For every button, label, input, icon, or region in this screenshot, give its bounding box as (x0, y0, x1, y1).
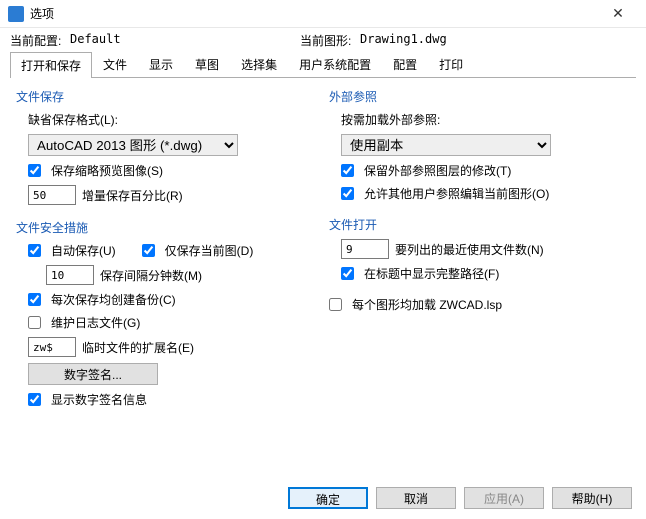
right-column: 外部参照 按需加载外部参照: 使用副本 保留外部参照图层的修改(T) 允许其他用… (329, 88, 630, 422)
tab-profiles[interactable]: 配置 (382, 51, 428, 77)
save-thumb-label: 保存缩略预览图像(S) (51, 162, 163, 179)
recent-files-input[interactable] (341, 239, 389, 259)
show-sig-label: 显示数字签名信息 (51, 391, 147, 408)
tab-user-prefs[interactable]: 用户系统配置 (288, 51, 382, 77)
incremental-save-input[interactable] (28, 185, 76, 205)
tab-drafting[interactable]: 草图 (184, 51, 230, 77)
only-current-checkbox[interactable] (142, 244, 155, 257)
app-icon (8, 6, 24, 22)
xref-title: 外部参照 (329, 88, 630, 105)
only-current-label: 仅保存当前图(D) (165, 242, 254, 259)
tab-files[interactable]: 文件 (92, 51, 138, 77)
dialog-footer: 确定 取消 应用(A) 帮助(H) (288, 487, 632, 509)
window-title: 选项 (30, 5, 598, 22)
left-column: 文件保存 缺省保存格式(L): AutoCAD 2013 图形 (*.dwg) … (16, 88, 317, 422)
load-lsp-group: 每个图形均加载 ZWCAD.lsp (329, 296, 630, 313)
load-lsp-label: 每个图形均加载 ZWCAD.lsp (352, 296, 502, 313)
create-backup-checkbox[interactable] (28, 293, 41, 306)
file-save-title: 文件保存 (16, 88, 317, 105)
allow-edit-checkbox[interactable] (341, 187, 354, 200)
create-backup-label: 每次保存均创建备份(C) (51, 291, 176, 308)
tab-plot[interactable]: 打印 (428, 51, 474, 77)
content-area: 文件保存 缺省保存格式(L): AutoCAD 2013 图形 (*.dwg) … (0, 78, 646, 432)
digital-signature-button[interactable]: 数字签名... (28, 363, 158, 385)
cancel-button[interactable]: 取消 (376, 487, 456, 509)
xref-group: 外部参照 按需加载外部参照: 使用副本 保留外部参照图层的修改(T) 允许其他用… (329, 88, 630, 202)
maintain-log-label: 维护日志文件(G) (51, 314, 140, 331)
save-thumb-checkbox[interactable] (28, 164, 41, 177)
temp-ext-label: 临时文件的扩展名(E) (82, 339, 194, 356)
file-safety-title: 文件安全措施 (16, 219, 317, 236)
ok-button[interactable]: 确定 (288, 487, 368, 509)
apply-button[interactable]: 应用(A) (464, 487, 544, 509)
tab-strip: 打开和保存 文件 显示 草图 选择集 用户系统配置 配置 打印 (10, 51, 636, 78)
default-format-select[interactable]: AutoCAD 2013 图形 (*.dwg) (28, 134, 238, 156)
interval-label: 保存间隔分钟数(M) (100, 267, 202, 284)
xref-load-label: 按需加载外部参照: (341, 111, 440, 128)
tab-selection[interactable]: 选择集 (230, 51, 288, 77)
titlebar: 选项 ✕ (0, 0, 646, 28)
keep-layer-label: 保留外部参照图层的修改(T) (364, 162, 511, 179)
current-profile-value: Default (70, 32, 300, 49)
allow-edit-label: 允许其他用户参照编辑当前图形(O) (364, 185, 549, 202)
file-safety-group: 文件安全措施 自动保存(U) 仅保存当前图(D) 保存间隔分钟数(M) 每次保存… (16, 219, 317, 408)
current-drawing-label: 当前图形: (300, 32, 360, 49)
fullpath-label: 在标题中显示完整路径(F) (364, 265, 499, 282)
incremental-save-label: 增量保存百分比(R) (82, 187, 183, 204)
tab-display[interactable]: 显示 (138, 51, 184, 77)
current-drawing-value: Drawing1.dwg (360, 32, 447, 49)
recent-files-label: 要列出的最近使用文件数(N) (395, 241, 544, 258)
keep-layer-checkbox[interactable] (341, 164, 354, 177)
help-button[interactable]: 帮助(H) (552, 487, 632, 509)
default-format-label: 缺省保存格式(L): (28, 111, 118, 128)
file-open-group: 文件打开 要列出的最近使用文件数(N) 在标题中显示完整路径(F) (329, 216, 630, 282)
temp-ext-input[interactable] (28, 337, 76, 357)
current-profile-label: 当前配置: (10, 32, 70, 49)
maintain-log-checkbox[interactable] (28, 316, 41, 329)
file-open-title: 文件打开 (329, 216, 630, 233)
autosave-checkbox[interactable] (28, 244, 41, 257)
file-save-group: 文件保存 缺省保存格式(L): AutoCAD 2013 图形 (*.dwg) … (16, 88, 317, 205)
autosave-label: 自动保存(U) (51, 242, 116, 259)
tab-open-and-save[interactable]: 打开和保存 (10, 52, 92, 78)
interval-input[interactable] (46, 265, 94, 285)
fullpath-checkbox[interactable] (341, 267, 354, 280)
profile-info-row: 当前配置: Default 当前图形: Drawing1.dwg (0, 28, 646, 51)
show-sig-checkbox[interactable] (28, 393, 41, 406)
close-icon[interactable]: ✕ (598, 5, 638, 22)
xref-load-select[interactable]: 使用副本 (341, 134, 551, 156)
load-lsp-checkbox[interactable] (329, 298, 342, 311)
